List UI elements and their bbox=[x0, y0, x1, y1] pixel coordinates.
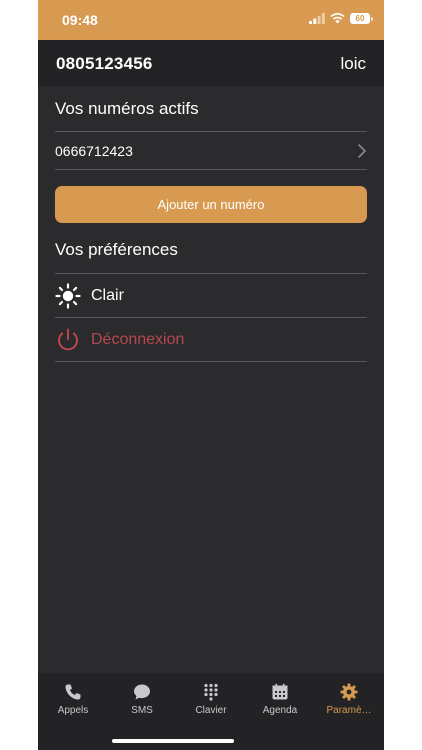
logout-row[interactable]: Déconnexion bbox=[55, 318, 367, 361]
app-header: 0805123456 loic bbox=[38, 40, 384, 86]
battery-icon: 60 bbox=[350, 13, 373, 24]
divider bbox=[55, 361, 367, 362]
gear-icon bbox=[340, 683, 358, 701]
tab-label: Appels bbox=[57, 705, 89, 716]
preferences-title: Vos préférences bbox=[55, 240, 178, 259]
chevron-right-icon bbox=[358, 143, 366, 158]
tab-label: Clavier bbox=[195, 705, 227, 716]
app-screen: 09:48 60 0805123456 loic Vos numéros act… bbox=[38, 0, 384, 750]
status-time: 09:48 bbox=[62, 12, 98, 28]
tab-label: Agenda bbox=[262, 705, 298, 716]
home-indicator[interactable] bbox=[112, 739, 234, 743]
add-number-button[interactable]: Ajouter un numéro bbox=[55, 186, 367, 223]
chat-bubble-icon bbox=[134, 684, 150, 700]
tab-settings[interactable]: Paramè… bbox=[314, 683, 384, 716]
active-numbers-title: Vos numéros actifs bbox=[55, 99, 199, 118]
tab-sms[interactable]: SMS bbox=[107, 683, 177, 716]
tab-label: Paramè… bbox=[326, 705, 372, 716]
wifi-icon bbox=[330, 13, 345, 24]
calendar-icon bbox=[272, 683, 288, 700]
battery-level: 60 bbox=[355, 14, 365, 23]
header-user-name[interactable]: loic bbox=[340, 54, 366, 74]
keypad-icon bbox=[204, 683, 218, 701]
tab-label: SMS bbox=[131, 705, 153, 716]
tab-agenda[interactable]: Agenda bbox=[245, 683, 315, 716]
divider bbox=[55, 169, 367, 170]
tab-keypad[interactable]: Clavier bbox=[176, 683, 246, 716]
logout-label: Déconnexion bbox=[91, 330, 185, 348]
theme-label: Clair bbox=[91, 286, 124, 304]
active-number-row[interactable]: 0666712423 bbox=[55, 132, 367, 169]
status-bar: 09:48 60 bbox=[38, 0, 384, 40]
theme-row[interactable]: Clair bbox=[55, 274, 367, 317]
active-number-value: 0666712423 bbox=[55, 142, 133, 159]
tab-calls[interactable]: Appels bbox=[38, 683, 108, 716]
signal-icon bbox=[309, 13, 325, 24]
sun-icon bbox=[55, 282, 81, 309]
power-icon bbox=[58, 328, 78, 350]
header-phone-number: 0805123456 bbox=[56, 54, 153, 73]
phone-icon bbox=[65, 684, 81, 700]
